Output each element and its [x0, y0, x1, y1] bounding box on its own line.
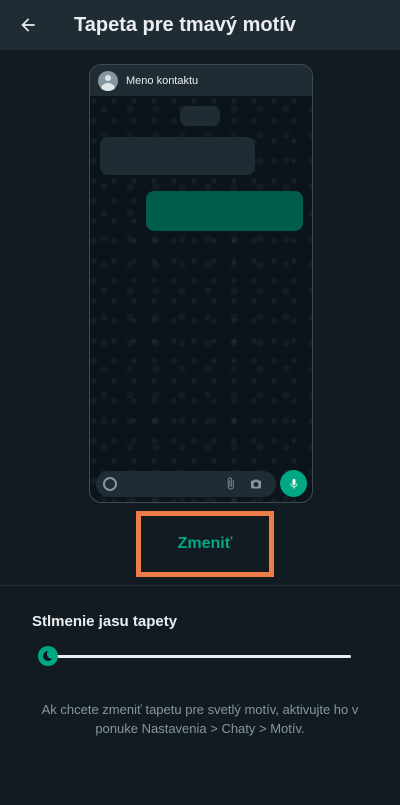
- moon-icon: [43, 651, 53, 661]
- dimming-slider-thumb[interactable]: [38, 646, 58, 666]
- info-text: Ak chcete zmeniť tapetu pre svetlý motív…: [41, 702, 359, 736]
- preview-outgoing-bubble: [146, 191, 303, 231]
- page-title: Tapeta pre tmavý motív: [74, 13, 296, 36]
- change-wallpaper-button[interactable]: Zmeniť: [136, 511, 274, 577]
- divider: [0, 585, 400, 586]
- change-button-label: Zmeniť: [177, 535, 233, 552]
- back-button[interactable]: [0, 0, 56, 50]
- paperclip-icon: [227, 477, 234, 490]
- camera-icon: [251, 479, 261, 489]
- emoji-icon: [103, 477, 117, 491]
- dimming-title: Stlmenie jasu tapety: [32, 613, 178, 630]
- preview-contact-name: Meno kontaktu: [126, 74, 199, 87]
- preview-incoming-bubble: [100, 137, 255, 175]
- preview-date-bubble: [180, 106, 220, 126]
- preview-input-bar: [96, 471, 276, 497]
- mic-icon: [280, 470, 307, 497]
- avatar-icon: [98, 70, 118, 91]
- wallpaper-preview: Meno kontaktu: [89, 64, 313, 503]
- preview-chat-header: Meno kontaktu: [90, 65, 312, 96]
- arrow-left-icon: [21, 18, 35, 32]
- app-bar: Tapeta pre tmavý motív: [0, 0, 400, 50]
- dimming-slider-track[interactable]: [40, 655, 351, 658]
